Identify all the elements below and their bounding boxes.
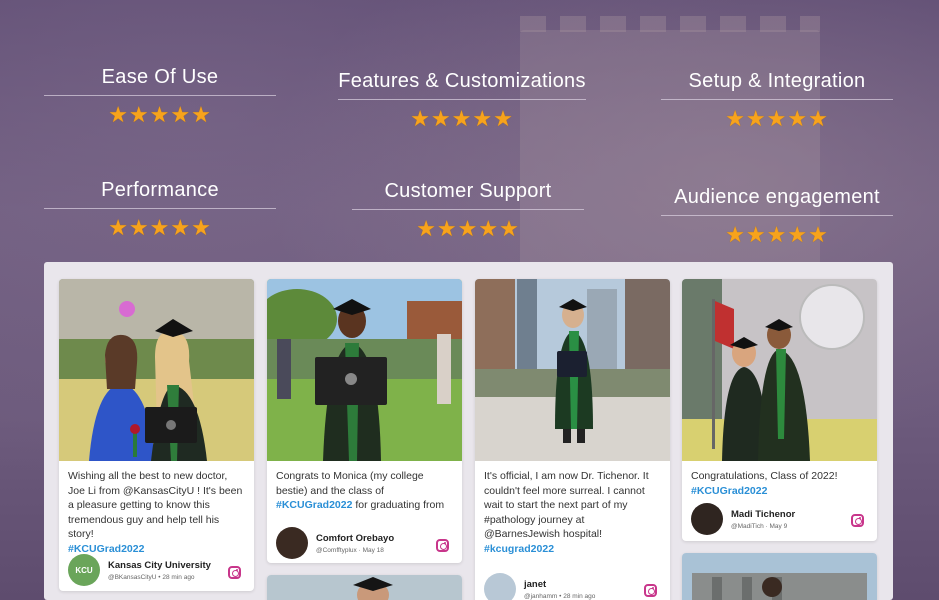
post-author[interactable]: janet @janhamm • 28 min ago [484,573,595,600]
post-card[interactable] [267,575,462,600]
author-name: janet [524,578,547,590]
post-text: Congratulations, Class of 2022! #KCUGrad… [682,461,877,498]
post-card[interactable] [682,553,877,600]
star-rating: ★★★★★ [416,216,520,241]
rating-features: Features & Customizations ★★★★★ [338,70,586,132]
rating-setup: Setup & Integration ★★★★★ [661,70,893,132]
post-author[interactable]: Madi Tichenor @MadiTich · May 9 [691,503,795,535]
post-caption: It's official, I am now Dr. Tichenor. It… [484,470,649,540]
post-photo[interactable] [682,279,877,461]
author-name: Kansas City University [108,559,211,571]
avatar [691,503,723,535]
post-hashtag[interactable]: #KCUGrad2022 [276,499,352,511]
author-name: Madi Tichenor [731,508,796,520]
post-card[interactable]: It's official, I am now Dr. Tichenor. It… [475,279,670,600]
rating-performance: Performance ★★★★★ [44,179,276,241]
author-meta: @BKansasCityU • 28 min ago [108,573,195,581]
instagram-icon[interactable] [644,584,657,597]
rating-title: Features & Customizations [338,70,586,100]
instagram-icon[interactable] [436,539,449,552]
star-rating: ★★★★★ [108,215,212,240]
post-card[interactable]: Congrats to Monica (my college bestie) a… [267,279,462,563]
rating-title: Audience engagement [661,186,893,216]
author-meta: @Comfftyplux · May 18 [316,546,384,554]
post-caption-continued: for graduating from [352,499,445,511]
rating-ease-of-use: Ease Of Use ★★★★★ [44,66,276,128]
avatar [484,573,516,600]
star-rating: ★★★★★ [725,106,829,131]
rating-customer-support: Customer Support ★★★★★ [352,180,584,242]
post-card[interactable]: Wishing all the best to new doctor, Joe … [59,279,254,591]
post-hashtag[interactable]: #kcugrad2022 [484,542,661,557]
post-card[interactable]: Congratulations, Class of 2022! #KCUGrad… [682,279,877,541]
post-photo[interactable] [59,279,254,461]
social-feed-wall: Wishing all the best to new doctor, Joe … [44,262,893,600]
post-text: Wishing all the best to new doctor, Joe … [59,461,254,556]
avatar: KCU [68,554,100,586]
post-caption: Congrats to Monica (my college bestie) a… [276,470,424,497]
rating-audience-engagement: Audience engagement ★★★★★ [661,186,893,248]
star-rating: ★★★★★ [725,222,829,247]
star-rating: ★★★★★ [410,106,514,131]
post-hashtag[interactable]: #KCUGrad2022 [691,484,868,499]
post-photo[interactable] [267,575,462,600]
ratings-section: Ease Of Use ★★★★★ Features & Customizati… [0,0,939,260]
rating-title: Customer Support [352,180,584,210]
rating-title: Ease Of Use [44,66,276,96]
post-caption: Congratulations, Class of 2022! [691,470,838,482]
star-rating: ★★★★★ [108,102,212,127]
post-photo[interactable] [475,279,670,461]
rating-title: Performance [44,179,276,209]
avatar [276,527,308,559]
instagram-icon[interactable] [851,514,864,527]
post-caption: Wishing all the best to new doctor, Joe … [68,470,243,540]
rating-title: Setup & Integration [661,70,893,100]
author-meta: @janhamm • 28 min ago [524,592,596,600]
author-name: Comfort Orebayo [316,532,395,544]
post-author[interactable]: KCU Kansas City University @BKansasCityU… [68,554,211,586]
instagram-icon[interactable] [228,566,241,579]
post-text: Congrats to Monica (my college bestie) a… [267,461,462,513]
post-photo[interactable] [267,279,462,461]
post-text: It's official, I am now Dr. Tichenor. It… [475,461,670,556]
author-meta: @MadiTich · May 9 [731,522,788,530]
post-photo[interactable] [682,553,877,600]
post-author[interactable]: Comfort Orebayo @Comfftyplux · May 18 [276,527,394,559]
